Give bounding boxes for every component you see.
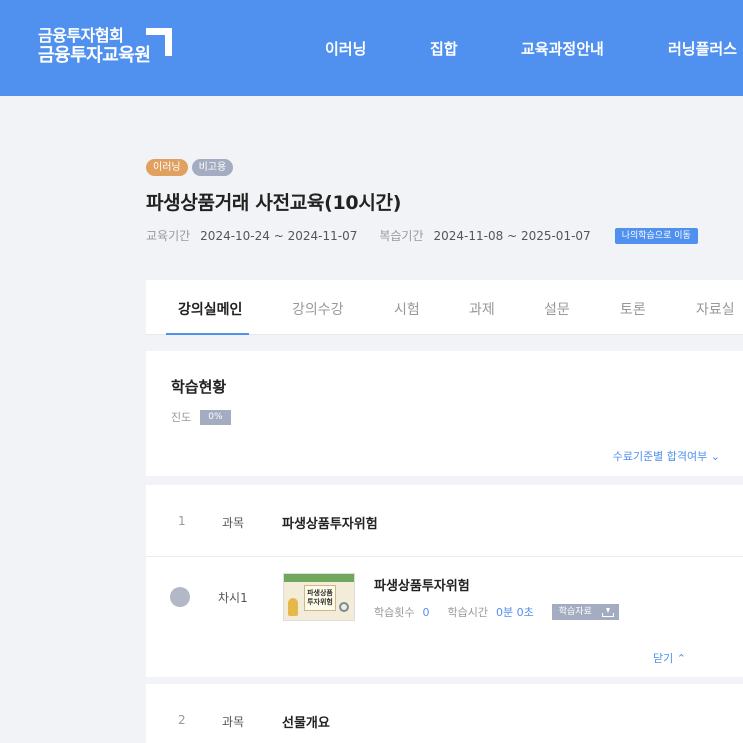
progress-row: 진도 0% (171, 409, 231, 425)
tab-main[interactable]: 강의실메인 (178, 299, 242, 319)
go-my-learning-button[interactable]: 나의학습으로 이동 (614, 227, 698, 244)
lesson-row: 차시1 파생상품 투자위험 파생상품투자위험 학습횟수 0 학습시간 0분 0초… (146, 557, 743, 647)
tab-discussion[interactable]: 토론 (620, 299, 646, 319)
subject-type: 과목 (222, 516, 245, 530)
lesson-round: 차시1 (218, 591, 248, 605)
study-material-label: 학습자료 (558, 607, 592, 617)
thumbnail-person-icon (288, 598, 298, 616)
tab-lectures[interactable]: 강의수강 (292, 299, 344, 319)
subject-header[interactable]: 2 과목 선물개요 (146, 684, 743, 743)
nav-learning-plus[interactable]: 러닝플러스 (668, 38, 737, 59)
nav-elearning[interactable]: 이러닝 (325, 38, 366, 59)
site-logo[interactable]: 금융투자협회 금융투자교육원 (38, 26, 151, 67)
thumbnail-board-text: 파생상품 투자위험 (304, 585, 336, 611)
learning-status-card: 학습현황 진도 0% 수료기준별 합격여부 ⌄ (146, 351, 743, 476)
review-period-label: 복습기간 (379, 229, 424, 243)
course-period-row: 교육기간 2024-10-24 ~ 2024-11-07 복습기간 2024-1… (146, 227, 698, 244)
course-tabs: 강의실메인 강의수강 시험 과제 설문 토론 자료실 (146, 280, 743, 335)
tab-survey[interactable]: 설문 (544, 299, 570, 319)
tab-assignment[interactable]: 과제 (469, 299, 495, 319)
download-icon (601, 607, 614, 617)
course-badges: 이러닝 비고용 (146, 159, 234, 176)
subject-card: 2 과목 선물개요 (146, 684, 743, 743)
close-subject-button[interactable]: 닫기 ⌃ (653, 650, 686, 666)
learning-status-title: 학습현황 (171, 378, 227, 396)
logo-mark-icon (146, 28, 172, 56)
logo-line2: 금융투자교육원 (38, 45, 151, 66)
study-count-label: 학습횟수 (374, 606, 415, 619)
tab-resources[interactable]: 자료실 (696, 299, 735, 319)
badge-nonemployed: 비고용 (191, 159, 234, 176)
lesson-status-circle-icon (170, 587, 190, 607)
progress-value: 0% (200, 409, 231, 425)
badge-elearning: 이러닝 (146, 159, 188, 176)
nav-group[interactable]: 집합 (430, 38, 458, 59)
subject-type: 과목 (222, 715, 245, 729)
thumbnail-banner (284, 574, 354, 582)
lesson-meta: 학습횟수 0 학습시간 0분 0초 학습자료 (374, 604, 619, 620)
lesson-thumbnail[interactable]: 파생상품 투자위험 (283, 573, 355, 621)
tab-exam[interactable]: 시험 (394, 299, 420, 319)
progress-label: 진도 (171, 411, 192, 424)
subject-title: 선물개요 (282, 716, 330, 731)
subject-number: 1 (178, 514, 186, 528)
site-header: 금융투자협회 금융투자교육원 이러닝 집합 교육과정안내 러닝플러스 (0, 0, 743, 96)
edu-period-label: 교육기간 (146, 229, 191, 243)
lesson-title[interactable]: 파생상품투자위험 (374, 575, 470, 594)
active-tab-indicator (166, 333, 249, 335)
subject-card: 1 과목 파생상품투자위험 차시1 파생상품 투자위험 파생상품투자위험 학습횟… (146, 485, 743, 677)
study-count-value: 0 (422, 605, 430, 619)
subject-header[interactable]: 1 과목 파생상품투자위험 (146, 485, 743, 557)
study-material-button[interactable]: 학습자료 (551, 604, 619, 620)
close-row: 닫기 ⌃ (146, 647, 743, 685)
nav-course-guide[interactable]: 교육과정안내 (521, 38, 604, 59)
subject-number: 2 (178, 713, 186, 727)
completion-criteria-toggle[interactable]: 수료기준별 합격여부 ⌄ (613, 448, 720, 464)
study-time-value: 0분 0초 (495, 606, 534, 619)
study-time-label: 학습시간 (447, 606, 488, 619)
edu-period-value: 2024-10-24 ~ 2024-11-07 (200, 228, 358, 243)
subject-title: 파생상품투자위험 (282, 517, 378, 532)
course-title: 파생상품거래 사전교육(10시간) (146, 192, 402, 214)
review-period-value: 2024-11-08 ~ 2025-01-07 (433, 228, 591, 243)
logo-line1: 금융투자협회 (38, 26, 124, 45)
thumbnail-magnifier-icon (339, 602, 349, 612)
